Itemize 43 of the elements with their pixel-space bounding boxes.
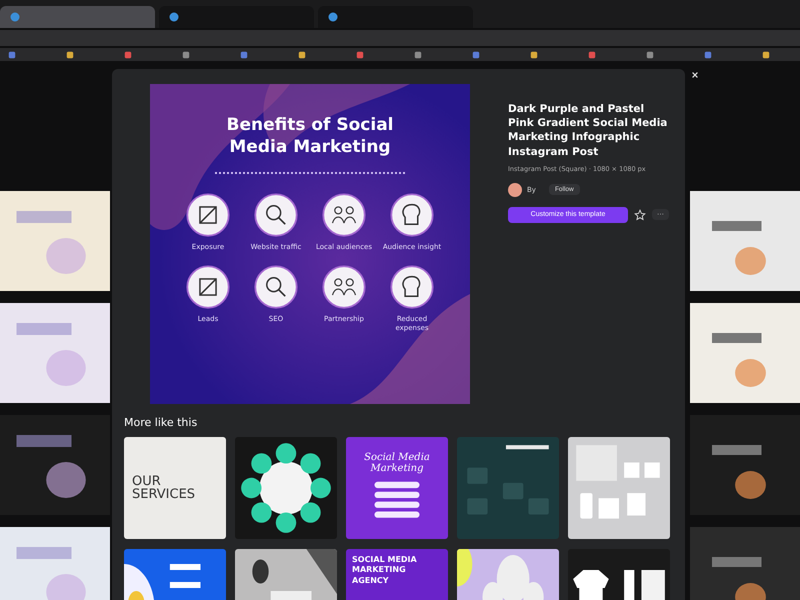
template-thumbnail[interactable]: Social Media Marketing xyxy=(346,437,448,539)
bookmark-icon[interactable] xyxy=(704,50,712,58)
template-thumbnail[interactable] xyxy=(235,549,337,600)
bookmark-icon[interactable] xyxy=(124,50,132,58)
bookmark-icon[interactable] xyxy=(66,50,74,58)
bookmark-icon[interactable] xyxy=(240,50,248,58)
template-title: Dark Purple and Pastel Pink Gradient Social Media Marketing Infographic Instagram Post xyxy=(508,102,668,159)
bookmark-icon[interactable] xyxy=(588,50,596,58)
bookmark-icon[interactable] xyxy=(182,50,190,58)
bookmark-icon[interactable] xyxy=(762,50,770,58)
bookmark-icon[interactable] xyxy=(530,50,538,58)
bookmark-icon[interactable] xyxy=(472,50,480,58)
benefit-icon xyxy=(321,264,367,310)
close-icon[interactable] xyxy=(691,71,699,79)
benefit-icon xyxy=(389,192,435,238)
benefit-icon xyxy=(321,192,367,238)
site-icon xyxy=(169,12,179,22)
bookmark-icon[interactable] xyxy=(356,50,364,58)
benefit-icon xyxy=(389,264,435,310)
avatar-icon xyxy=(508,182,522,197)
template-thumbnail[interactable] xyxy=(568,549,670,600)
template-thumbnail[interactable] xyxy=(457,549,559,600)
template-thumbnail[interactable] xyxy=(457,437,559,539)
section-heading: More like this xyxy=(124,416,198,429)
bookmark-icon[interactable] xyxy=(298,50,306,58)
template-thumbnail[interactable]: SOCIAL MEDIA MARKETING AGENCY xyxy=(346,549,448,600)
template-thumbnail[interactable] xyxy=(124,549,226,600)
benefit-icon xyxy=(253,264,299,310)
benefit-icon xyxy=(253,192,299,238)
thumbnail-text: OUR SERVICES xyxy=(132,475,196,501)
template-thumbnail[interactable] xyxy=(568,437,670,539)
bookmark-icon[interactable] xyxy=(8,50,16,58)
site-icon xyxy=(328,12,338,22)
benefit-icon xyxy=(185,264,231,310)
template-thumbnail[interactable]: OUR SERVICES xyxy=(124,437,226,539)
site-icon xyxy=(10,12,20,22)
template-thumbnail[interactable] xyxy=(235,437,337,539)
thumbnail-text: Social Media Marketing xyxy=(363,452,431,474)
benefit-icon xyxy=(185,192,231,238)
star-icon[interactable] xyxy=(634,208,646,221)
bookmark-icon[interactable] xyxy=(646,50,654,58)
bookmark-icon[interactable] xyxy=(414,50,422,58)
thumbnail-text: SOCIAL MEDIA MARKETING AGENCY xyxy=(352,555,418,586)
